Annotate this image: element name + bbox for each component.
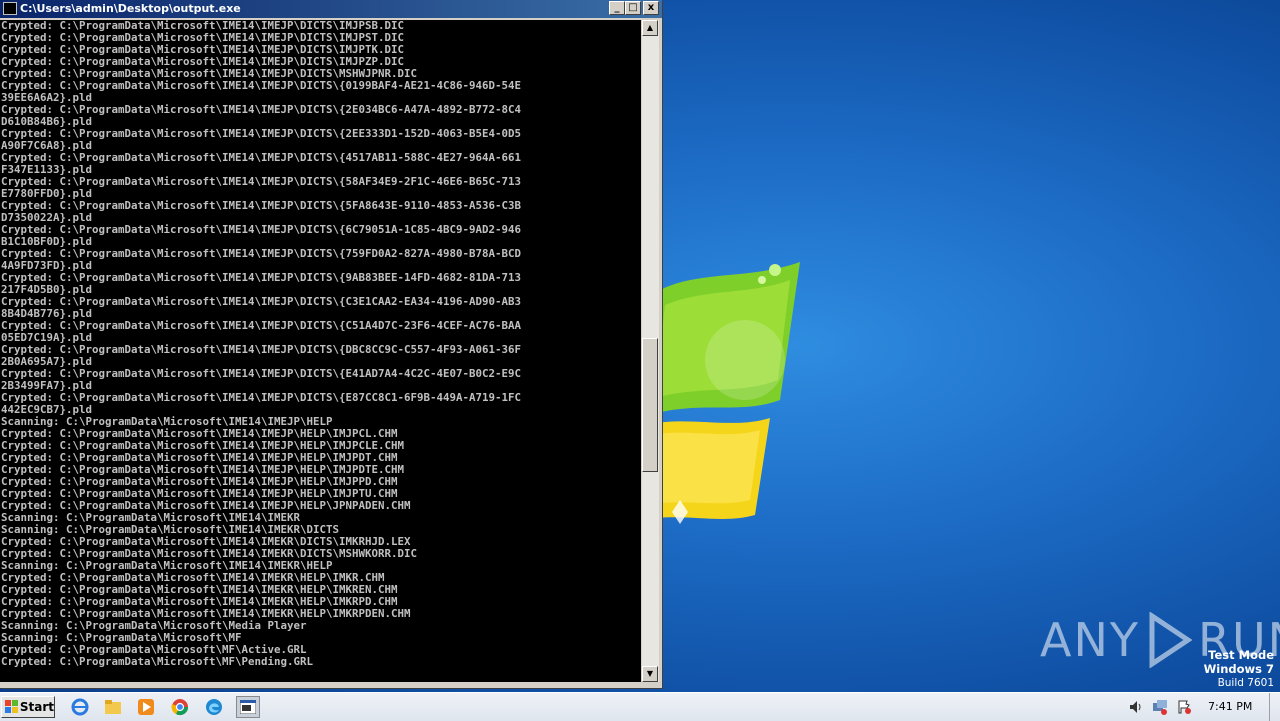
- window-title: C:\Users\admin\Desktop\output.exe: [20, 2, 241, 15]
- console-icon[interactable]: [3, 2, 17, 15]
- close-button[interactable]: x: [643, 1, 659, 15]
- console-line: Crypted: C:\ProgramData\Microsoft\IME14\…: [1, 79, 522, 92]
- console-line: Crypted: C:\ProgramData\Microsoft\IME14\…: [1, 295, 522, 308]
- os-name-label: Windows 7: [1203, 662, 1274, 676]
- build-label: Build 7601: [1217, 677, 1274, 689]
- console-line: Crypted: C:\ProgramData\Microsoft\IME14\…: [1, 391, 522, 404]
- console-output[interactable]: Crypted: C:\ProgramData\Microsoft\IME14\…: [0, 20, 641, 682]
- maximize-button[interactable]: □: [625, 1, 641, 15]
- edge-icon[interactable]: [202, 696, 226, 718]
- speaker-icon[interactable]: [1128, 699, 1144, 715]
- console-line: Crypted: C:\ProgramData\Microsoft\IME14\…: [1, 151, 522, 164]
- console-line: Crypted: C:\ProgramData\Microsoft\MF\Pen…: [1, 655, 314, 668]
- scroll-up-button[interactable]: ▲: [642, 20, 658, 36]
- chrome-icon[interactable]: [168, 696, 192, 718]
- action-center-icon[interactable]: [1176, 699, 1192, 715]
- ie-icon[interactable]: [68, 696, 92, 718]
- system-tray: 7:41 PM: [1118, 693, 1280, 721]
- console-line: Crypted: C:\ProgramData\Microsoft\IME14\…: [1, 175, 522, 188]
- taskbar-clock[interactable]: 7:41 PM: [1208, 700, 1252, 713]
- console-line: Crypted: C:\ProgramData\Microsoft\IME14\…: [1, 367, 522, 380]
- scroll-thumb[interactable]: [642, 338, 658, 472]
- console-line: Crypted: C:\ProgramData\Microsoft\IME14\…: [1, 247, 522, 260]
- title-bar[interactable]: C:\Users\admin\Desktop\output.exe _ □ x: [0, 0, 662, 18]
- explorer-icon[interactable]: [101, 696, 125, 718]
- console-line: Crypted: C:\ProgramData\Microsoft\IME14\…: [1, 271, 522, 284]
- windows-logo: [640, 262, 800, 524]
- console-line: Crypted: C:\ProgramData\Microsoft\IME14\…: [1, 343, 522, 356]
- minimize-button[interactable]: _: [609, 1, 625, 15]
- test-mode-label: Test Mode: [1208, 648, 1274, 662]
- network-icon[interactable]: [1152, 699, 1168, 715]
- console-line: Crypted: C:\ProgramData\Microsoft\IME14\…: [1, 319, 522, 332]
- windows-flag-icon: [5, 700, 18, 714]
- console-line: Crypted: C:\ProgramData\Microsoft\IME14\…: [1, 127, 522, 140]
- taskbar: Start 7:41 PM: [0, 692, 1280, 721]
- watermark-left-text: ANY: [1040, 613, 1140, 667]
- start-button[interactable]: Start: [1, 696, 55, 718]
- console-line: Crypted: C:\ProgramData\Microsoft\IME14\…: [1, 223, 522, 236]
- console-app-icon[interactable]: [236, 696, 260, 718]
- play-icon: [1149, 612, 1192, 668]
- start-label: Start: [19, 700, 54, 714]
- scroll-down-button[interactable]: ▼: [642, 666, 658, 682]
- show-desktop-button[interactable]: [1269, 693, 1280, 721]
- console-line: Crypted: C:\ProgramData\Microsoft\IME14\…: [1, 199, 522, 212]
- test-mode-notice: Test Mode Windows 7 Build 7601: [1204, 648, 1274, 690]
- console-line: Crypted: C:\ProgramData\Microsoft\IME14\…: [1, 103, 522, 116]
- vertical-scrollbar[interactable]: ▲ ▼: [641, 20, 659, 682]
- media-player-icon[interactable]: [134, 696, 158, 718]
- console-window[interactable]: C:\Users\admin\Desktop\output.exe _ □ x …: [0, 0, 662, 688]
